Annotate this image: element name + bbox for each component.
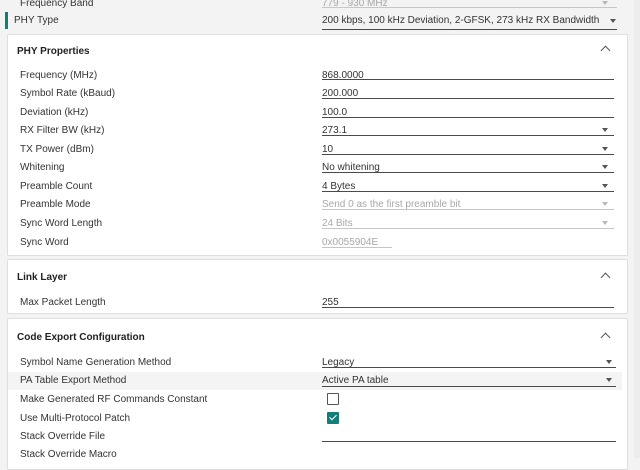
field-label: Max Packet Length <box>20 297 106 308</box>
multi-protocol-row: Use Multi-Protocol Patch <box>0 410 640 428</box>
scrollbar[interactable] <box>634 0 640 458</box>
sync-word-row: Sync Word 0x0055904E <box>0 234 640 252</box>
multi-protocol-checkbox[interactable] <box>327 412 339 424</box>
field-label: Symbol Name Generation Method <box>20 357 172 368</box>
field-label: Make Generated RF Commands Constant <box>20 394 208 405</box>
whitening-row: Whitening No whitening <box>0 159 640 177</box>
symbol-name-row: Symbol Name Generation Method Legacy <box>0 354 640 372</box>
field-label: RX Filter BW (kHz) <box>20 125 105 136</box>
chevron-down-icon <box>602 221 608 225</box>
field-label: Sync Word Length <box>20 218 103 229</box>
pa-table-select[interactable]: Active PA table <box>322 375 389 386</box>
chevron-down-icon[interactable] <box>602 165 608 169</box>
phy-type-row[interactable]: PHY Type 200 kbps, 100 kHz Deviation, 2-… <box>0 12 640 30</box>
field-label: Stack Override File <box>20 431 106 442</box>
field-label: Deviation (kHz) <box>20 107 89 118</box>
chevron-down-icon[interactable] <box>606 378 612 382</box>
chevron-down-icon[interactable] <box>602 184 608 188</box>
chevron-down-icon[interactable] <box>602 147 608 151</box>
preamble-mode-row: Preamble Mode Send 0 as the first preamb… <box>0 196 640 214</box>
field-label: Preamble Count <box>20 181 93 192</box>
chevron-down-icon <box>602 202 608 206</box>
preamble-count-row: Preamble Count 4 Bytes <box>0 178 640 196</box>
frequency-band-label: Frequency Band <box>20 0 94 9</box>
phy-type-label: PHY Type <box>14 15 59 26</box>
rx-filter-bw-row: RX Filter BW (kHz) 273.1 <box>0 122 640 140</box>
chevron-down-icon[interactable] <box>602 128 608 132</box>
code-export-title: Code Export Configuration <box>17 332 145 343</box>
stack-override-macro-row: Stack Override Macro <box>0 446 640 464</box>
tx-power-row: TX Power (dBm) 10 <box>0 141 640 159</box>
chevron-up-icon[interactable] <box>600 45 611 56</box>
field-label: Preamble Mode <box>20 199 91 210</box>
sync-word-length-row: Sync Word Length 24 Bits <box>0 215 640 233</box>
field-label: Use Multi-Protocol Patch <box>20 413 131 424</box>
chevron-up-icon[interactable] <box>600 332 611 343</box>
rf-const-row: Make Generated RF Commands Constant <box>0 391 640 409</box>
field-label: Stack Override Macro <box>20 449 117 460</box>
field-label: Frequency (MHz) <box>20 70 98 81</box>
stack-override-file-row: Stack Override File <box>0 428 640 446</box>
link-layer-title: Link Layer <box>17 272 68 283</box>
field-label: PA Table Export Method <box>20 375 127 386</box>
rf-const-checkbox[interactable] <box>327 393 339 405</box>
chevron-down-icon[interactable] <box>610 19 616 23</box>
frequency-row: Frequency (MHz) 868.0000 <box>0 67 640 85</box>
field-label: Sync Word <box>20 237 69 248</box>
phy-type-select[interactable]: 200 kbps, 100 kHz Deviation, 2-GFSK, 273… <box>322 15 599 26</box>
chevron-down-icon[interactable] <box>606 360 612 364</box>
phy-properties-title: PHY Properties <box>17 46 90 57</box>
pa-table-row: PA Table Export Method Active PA table <box>8 372 622 390</box>
max-packet-length-row: Max Packet Length 255 <box>0 294 640 312</box>
field-label: Whitening <box>20 162 65 173</box>
deviation-row: Deviation (kHz) 100.0 <box>0 104 640 122</box>
chevron-down-icon <box>602 1 608 5</box>
field-label: Symbol Rate (kBaud) <box>20 88 116 99</box>
field-label: TX Power (dBm) <box>20 144 94 155</box>
chevron-up-icon[interactable] <box>600 272 611 283</box>
symbol-rate-row: Symbol Rate (kBaud) 200.000 <box>0 85 640 103</box>
